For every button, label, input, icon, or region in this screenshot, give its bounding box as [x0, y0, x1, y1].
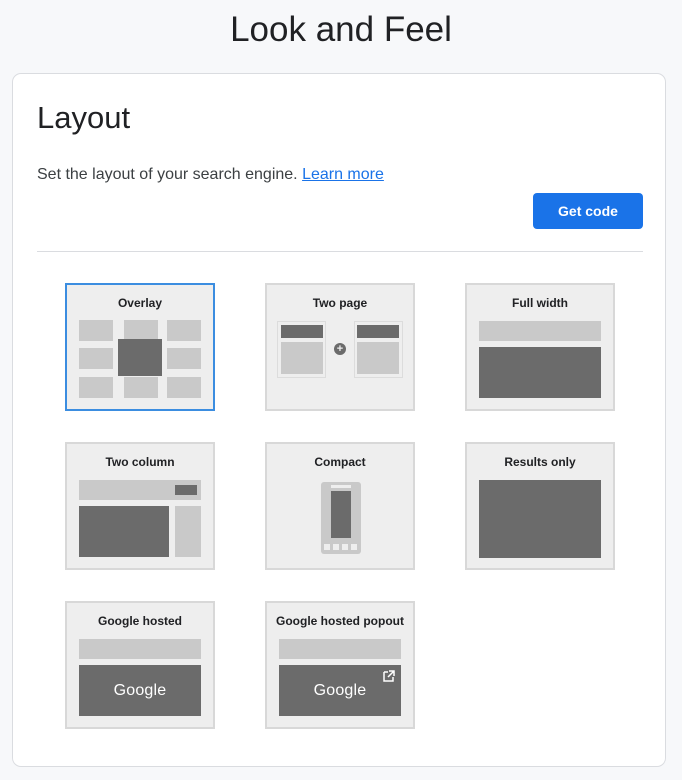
page-title: Look and Feel	[230, 10, 452, 49]
layout-card: Layout Set the layout of your search eng…	[12, 73, 666, 767]
learn-more-link[interactable]: Learn more	[302, 166, 384, 183]
layout-option-google-hosted[interactable]: Google hosted Google	[65, 601, 215, 729]
layout-option-results-only[interactable]: Results only	[465, 442, 615, 570]
tile-label: Google hosted popout	[276, 614, 404, 628]
layout-option-compact[interactable]: Compact	[265, 442, 415, 570]
tile-label: Two column	[105, 455, 175, 469]
open-in-new-icon	[383, 670, 395, 682]
section-title: Layout	[37, 100, 131, 135]
layout-option-overlay[interactable]: Overlay	[65, 283, 215, 411]
divider	[37, 251, 643, 252]
google-logo: Google	[113, 682, 167, 699]
tile-label: Two page	[312, 296, 368, 310]
layout-option-google-hosted-popout[interactable]: Google hosted popout Google	[265, 601, 415, 729]
get-code-button[interactable]: Get code	[533, 193, 643, 229]
layout-description: Set the layout of your search engine. Le…	[37, 166, 384, 184]
tile-label: Compact	[314, 455, 366, 469]
tile-label: Overlay	[117, 296, 163, 310]
layout-option-two-column[interactable]: Two column	[65, 442, 215, 570]
description-text: Set the layout of your search engine.	[37, 166, 298, 183]
tile-label: Full width	[512, 296, 568, 310]
google-logo: Google	[313, 682, 367, 699]
tile-label: Google hosted	[98, 614, 182, 628]
tile-label: Results only	[504, 455, 576, 469]
layout-option-two-page[interactable]: Two page +	[265, 283, 415, 411]
layout-option-full-width[interactable]: Full width	[465, 283, 615, 411]
